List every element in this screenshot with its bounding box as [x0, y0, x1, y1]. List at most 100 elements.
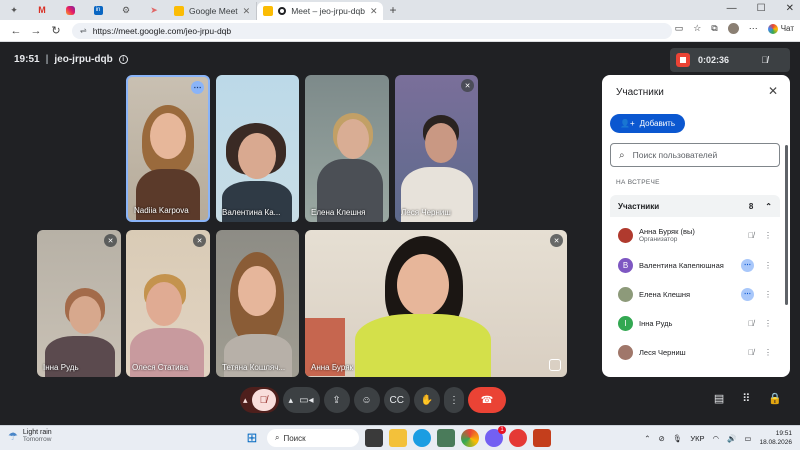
- file-explorer-icon[interactable]: [389, 429, 407, 447]
- rain-icon: ☂: [8, 430, 18, 443]
- instagram-tab[interactable]: [56, 0, 84, 20]
- settings-icon: ⚙: [121, 4, 131, 15]
- mic-control[interactable]: ▴ 🎙̸: [240, 387, 279, 413]
- chat-button[interactable]: Чат: [767, 23, 794, 34]
- more-vert-icon[interactable]: ⋮: [764, 290, 772, 299]
- clock[interactable]: 19:51 18.08.2026: [759, 429, 792, 447]
- avatar: В: [618, 257, 633, 273]
- chevron-up-icon[interactable]: ⌃: [644, 434, 650, 443]
- stop-recording-button[interactable]: [676, 53, 690, 67]
- url-text: https://meet.google.com/jeo-jrpu-dqb: [92, 25, 232, 36]
- search-input[interactable]: ⌕ Поиск пользователей: [610, 143, 780, 167]
- close-window-icon[interactable]: ✕: [786, 3, 794, 14]
- maximize-icon[interactable]: ☐: [757, 3, 766, 14]
- search-label: Поиск: [283, 433, 306, 443]
- more-vert-icon[interactable]: ⋮: [764, 319, 772, 328]
- bookmark-icon[interactable]: ☆: [693, 23, 701, 34]
- start-icon[interactable]: ⊞: [243, 429, 261, 447]
- video-tile[interactable]: Тетяна Кошляч...: [216, 230, 299, 377]
- face: [397, 254, 449, 316]
- chevron-up-icon[interactable]: ▴: [289, 395, 294, 406]
- powerpoint-icon[interactable]: [533, 429, 551, 447]
- more-options-button[interactable]: ⋮: [443, 387, 464, 413]
- wifi-icon[interactable]: ◠: [712, 434, 719, 443]
- language-indicator[interactable]: УКР: [690, 434, 704, 443]
- meeting-time: 19:51: [14, 54, 40, 65]
- face: [238, 133, 276, 179]
- more-options-icon[interactable]: ⋯: [191, 81, 204, 94]
- edge-icon[interactable]: [413, 429, 431, 447]
- new-tab-button[interactable]: +: [389, 3, 396, 17]
- side-controls: ▤ ⠿ 🔒: [714, 392, 782, 405]
- more-vert-icon: ⋮: [448, 394, 459, 406]
- task-view-icon[interactable]: [365, 429, 383, 447]
- mic-off-button[interactable]: 🎙̸: [251, 389, 276, 411]
- chrome-icon[interactable]: [461, 429, 479, 447]
- extensions-icon[interactable]: ⧉: [711, 23, 717, 34]
- camera-icon[interactable]: ▭◂: [299, 395, 313, 406]
- close-icon[interactable]: ✕: [768, 84, 778, 98]
- more-vert-icon[interactable]: ⋮: [764, 231, 772, 240]
- leave-call-button[interactable]: ☎: [467, 387, 506, 413]
- mic-tray-icon[interactable]: 🎙: [673, 434, 683, 443]
- video-tile[interactable]: Елена Клешня: [305, 75, 389, 222]
- info-icon[interactable]: i: [118, 55, 128, 64]
- gmail-tab[interactable]: M: [28, 0, 56, 20]
- taskbar-search[interactable]: ⌕ Поиск: [267, 429, 359, 447]
- raise-hand-button[interactable]: ✋: [413, 387, 440, 413]
- chevron-up-icon[interactable]: ⌃: [765, 202, 772, 211]
- settings-tab[interactable]: ⚙: [112, 0, 140, 20]
- pinned-tab[interactable]: ✦: [0, 0, 28, 20]
- video-tile[interactable]: Валентина Ка...: [216, 75, 299, 222]
- host-controls-icon[interactable]: 🔒: [768, 392, 782, 405]
- linkedin-icon: in: [93, 5, 103, 15]
- linkedin-tab[interactable]: in: [84, 0, 112, 20]
- url-field[interactable]: ⇌ https://meet.google.com/jeo-jrpu-dqb: [72, 22, 672, 39]
- video-tile[interactable]: ⋯ Nadiia Karpova: [126, 75, 210, 222]
- tab-meet-active[interactable]: Meet – jeo-jrpu-dqb ✕: [257, 2, 384, 20]
- add-people-button[interactable]: 👤+ Добавить: [610, 114, 685, 133]
- speaking-indicator-icon: ⋯: [741, 287, 754, 301]
- yandex-browser-icon[interactable]: [509, 429, 527, 447]
- reactions-button[interactable]: ☺: [353, 387, 380, 413]
- volume-icon[interactable]: 🔊: [727, 434, 736, 443]
- profile-icon[interactable]: [727, 23, 739, 34]
- mic-off-icon: ✕: [461, 79, 474, 92]
- browser-tab-bar: ✦ M in ⚙ ➤ Google Meet ✕ Meet – jeo-jrpu…: [0, 0, 800, 20]
- video-tile[interactable]: ✕ Анна Буряк: [305, 230, 567, 377]
- back-icon[interactable]: ←: [6, 25, 26, 37]
- present-button[interactable]: ⇪: [323, 387, 350, 413]
- participant-name: Тетяна Кошляч...: [222, 363, 286, 372]
- minimize-icon[interactable]: —: [727, 3, 737, 14]
- site-info-icon[interactable]: ⇌: [80, 26, 87, 35]
- weather-widget[interactable]: ☂ Light rain Tomorrow: [8, 429, 52, 443]
- menu-icon[interactable]: ⋯: [749, 23, 758, 34]
- cast-icon[interactable]: ▭: [675, 23, 684, 34]
- close-tab-icon[interactable]: ✕: [370, 6, 378, 17]
- panel-scrollbar[interactable]: [785, 145, 788, 305]
- cursor-tab[interactable]: ➤: [140, 0, 168, 20]
- captions-button[interactable]: CC: [383, 387, 410, 413]
- chat-icon[interactable]: ▤: [714, 392, 724, 405]
- video-tile[interactable]: ✕ Леся Черниш: [395, 75, 478, 222]
- reload-icon[interactable]: ↻: [46, 24, 66, 37]
- battery-icon[interactable]: ▭: [744, 434, 751, 443]
- forward-icon[interactable]: →: [26, 25, 46, 37]
- pin-icon[interactable]: [549, 359, 561, 371]
- recording-indicator: 0:02:36 🎙̸: [670, 48, 790, 72]
- viber-icon[interactable]: 1: [485, 426, 506, 447]
- activities-icon[interactable]: ⠿: [742, 392, 750, 405]
- calculator-icon[interactable]: [437, 429, 455, 447]
- camera-off-icon[interactable]: ⊘: [659, 434, 665, 443]
- video-tile[interactable]: ✕ Олеся Статива: [126, 230, 210, 377]
- video-tile[interactable]: ✕ Інна Рудь: [37, 230, 121, 377]
- more-vert-icon[interactable]: ⋮: [764, 261, 772, 270]
- participants-panel: Участники ✕ 👤+ Добавить ⌕ Поиск пользова…: [602, 75, 790, 377]
- camera-control[interactable]: ▴ ▭◂: [282, 387, 320, 413]
- participants-group-header[interactable]: Участники 8 ⌃: [610, 195, 780, 217]
- close-tab-icon[interactable]: ✕: [243, 6, 251, 17]
- tab-google-meet[interactable]: Google Meet ✕: [168, 2, 258, 20]
- more-vert-icon[interactable]: ⋮: [764, 348, 772, 357]
- chevron-up-icon[interactable]: ▴: [243, 395, 248, 406]
- avatar: [618, 344, 633, 360]
